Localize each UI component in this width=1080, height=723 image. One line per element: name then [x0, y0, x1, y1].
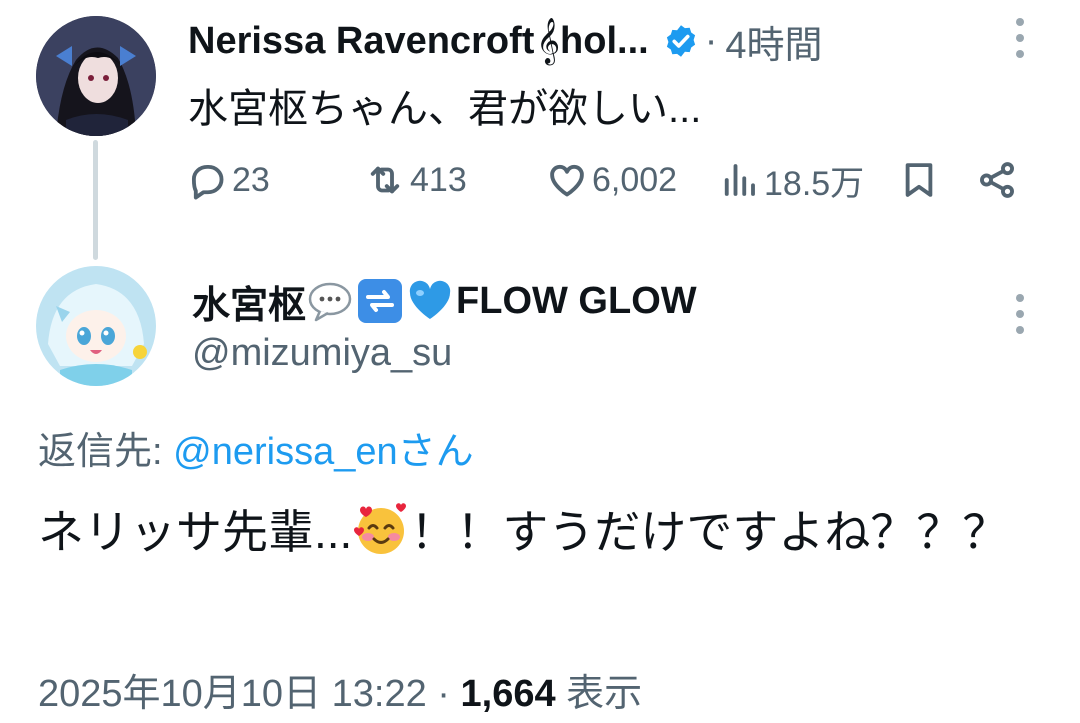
views-icon	[724, 164, 755, 196]
repost-button[interactable]: 413	[364, 152, 467, 208]
author-name-suffix[interactable]: hol...	[560, 20, 649, 63]
like-count: 6,002	[592, 160, 678, 199]
more-icon[interactable]	[1015, 294, 1025, 334]
view-label: 表示	[566, 673, 643, 715]
replying-to-label: 返信先:	[38, 431, 163, 473]
separator-dot: ·	[704, 19, 718, 62]
avatar-mizumiya[interactable]	[36, 266, 156, 386]
author-display-name[interactable]: Nerissa Ravencroft	[188, 20, 534, 63]
reply-author-display-name: 水宮枢	[192, 284, 307, 327]
repeat-button-emoji-icon	[356, 277, 404, 325]
smiling-face-with-hearts-emoji-icon	[352, 500, 410, 558]
replying-to-line: 返信先: @nerissa_enさん	[38, 420, 474, 475]
repost-icon	[370, 166, 400, 194]
reply-author-name-suffix: FLOW GLOW	[456, 279, 697, 322]
reply-icon	[191, 164, 224, 200]
avatar-nerissa[interactable]	[36, 16, 156, 136]
parent-tweet-header: Nerissa Ravencroft 𝄞 hol... · 4時間	[188, 18, 822, 67]
reply-text-part1: ネリッサ先輩...	[38, 506, 353, 558]
views-count: 18.5万	[764, 164, 865, 203]
share-icon	[980, 162, 1014, 198]
bookmark-button[interactable]	[898, 152, 940, 208]
tweet-timestamp[interactable]: 2025年10月10日 13:22	[38, 673, 427, 715]
like-icon	[550, 164, 584, 197]
verified-badge-icon	[666, 25, 695, 57]
blue-heart-emoji-icon	[406, 277, 454, 325]
reply-author-name-row[interactable]: 水宮枢 FLOW GLOW	[192, 276, 697, 327]
views-button[interactable]: 18.5万	[718, 152, 864, 208]
speech-bubble-emoji-icon	[306, 277, 354, 325]
timestamp-dot: ·	[437, 673, 450, 715]
reply-author-handle[interactable]: @mizumiya_su	[192, 332, 452, 375]
reply-tweet-text: ネリッサ先輩... ！！すうだけですよね？？？	[38, 498, 1038, 566]
reply-button[interactable]: 23	[186, 152, 270, 208]
replying-to-mention-link[interactable]: @nerissa_enさん	[173, 431, 473, 473]
tweet-timestamp-line: 2025年10月10日 13:22 · 1,664 表示	[38, 662, 642, 717]
like-button[interactable]: 6,002	[546, 152, 677, 208]
repost-count: 413	[410, 160, 467, 199]
parent-tweet-actions: 23 413 6,002 18.5万	[186, 152, 1026, 208]
reply-count: 23	[232, 160, 270, 199]
tweet-relative-time[interactable]: 4時間	[725, 14, 822, 69]
music-clef-emoji: 𝄞	[536, 18, 561, 63]
thread-connector-line	[93, 140, 98, 260]
reply-text-part2: ！！すうだけですよね？？？	[410, 506, 1009, 558]
view-count: 1,664	[460, 673, 556, 715]
share-button[interactable]	[976, 152, 1018, 208]
bookmark-icon	[905, 163, 933, 197]
parent-tweet-text: 水宮枢ちゃん、君が欲しい...	[188, 87, 702, 131]
more-icon[interactable]	[1015, 18, 1025, 58]
